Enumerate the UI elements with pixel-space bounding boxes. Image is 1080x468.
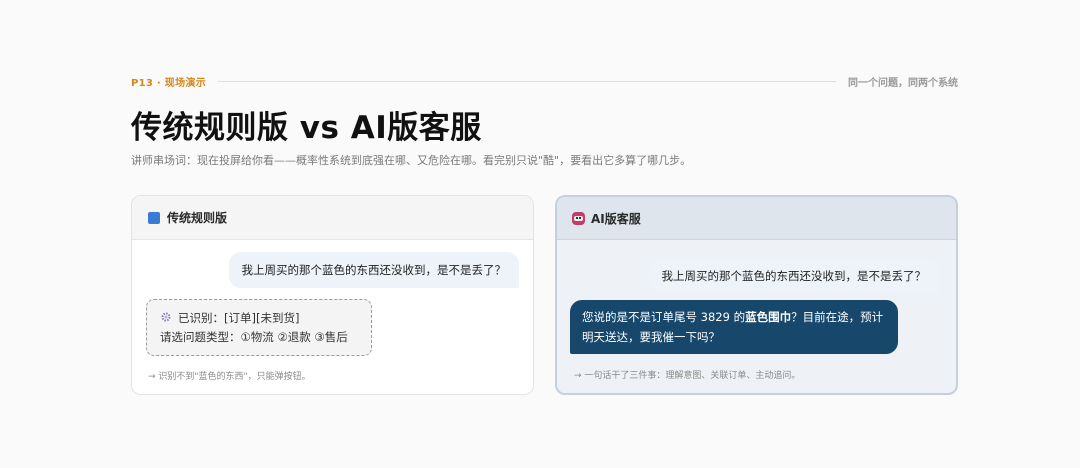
recognized-line: 已识别：[订单][未到货] <box>160 309 358 328</box>
ai-reply-highlight: 蓝色围巾 <box>745 310 792 324</box>
panel-header: AI版客服 <box>557 197 956 240</box>
panel-title: 传统规则版 <box>167 211 228 225</box>
user-message-bubble: 我上周买的那个蓝色的东西还没收到，是不是丢了？ <box>648 258 939 294</box>
top-bar: P13 · 现场演示 同一个问题，同两个系统 <box>131 74 958 89</box>
panel-note: → 一句话干了三件事：理解意图、关联订单、主动追问。 <box>574 371 801 381</box>
panel-title: AI版客服 <box>591 211 641 226</box>
page-eyebrow: P13 · 现场演示 <box>131 77 207 89</box>
panel-note: → 识别不到"蓝色的东西"，只能弹按钮。 <box>148 372 311 382</box>
ai-service-panel: AI版客服 我上周买的那个蓝色的东西还没收到，是不是丢了？ 您说的是不是订单尾号… <box>555 195 958 395</box>
category-options-text: 请选问题类型：①物流 ②退款 ③售后 <box>160 330 348 344</box>
blue-square-icon <box>148 211 160 224</box>
gear-icon <box>161 312 171 322</box>
page-title: 传统规则版 vs AI版客服 <box>131 110 482 146</box>
recognized-text: 已识别：[订单][未到货] <box>178 311 300 325</box>
ai-reply-text: 您说的是不是订单尾号 3829 的 <box>582 310 746 324</box>
user-message-bubble: 我上周买的那个蓝色的东西还没收到，是不是丢了？ <box>228 252 519 288</box>
robot-icon <box>572 211 585 225</box>
traditional-rule-panel: 传统规则版 我上周买的那个蓝色的东西还没收到，是不是丢了？ 已识别：[订单][未… <box>131 195 534 395</box>
rule-bot-reply-bubble: 已识别：[订单][未到货] 请选问题类型：①物流 ②退款 ③售后 <box>146 299 372 356</box>
page-subtitle: 讲师串场词：现在投屏给你看——概率性系统到底强在哪、又危险在哪。看完别只说"酷"… <box>131 154 692 167</box>
panel-header: 传统规则版 <box>132 196 533 240</box>
page-tagline: 同一个问题，同两个系统 <box>848 77 958 89</box>
ai-bot-reply-bubble: 您说的是不是订单尾号 3829 的蓝色围巾？目前在途，预计明天送达，要我催一下吗… <box>570 300 898 354</box>
header-divider <box>218 80 836 82</box>
